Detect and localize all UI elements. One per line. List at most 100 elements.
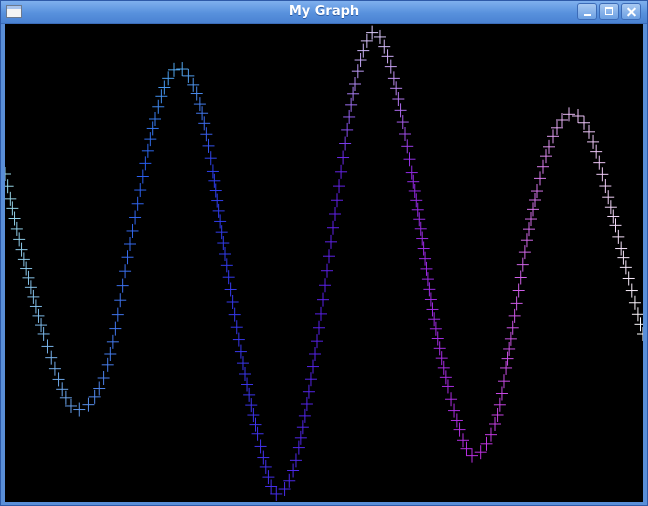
plus-marker: [232, 332, 245, 347]
plus-marker: [193, 97, 206, 112]
plus-marker: [32, 308, 45, 323]
plus-marker: [228, 307, 241, 322]
plus-marker: [29, 299, 42, 314]
plus-marker: [176, 62, 189, 77]
plus-marker: [599, 179, 612, 194]
plus-marker: [202, 138, 215, 153]
plus-marker: [196, 106, 209, 121]
plus-marker: [514, 270, 527, 285]
plus-marker: [111, 307, 124, 322]
plus-marker: [5, 167, 11, 181]
plus-marker: [10, 221, 23, 236]
plus-marker: [114, 293, 127, 308]
plus-marker: [607, 209, 620, 224]
plus-marker: [453, 422, 466, 437]
plus-marker: [450, 413, 463, 428]
plus-marker: [249, 417, 262, 432]
plus-marker: [433, 341, 446, 356]
plus-marker: [466, 448, 479, 463]
plus-marker: [520, 233, 533, 248]
plus-marker: [609, 218, 622, 233]
plus-marker: [416, 231, 429, 246]
plus-marker: [413, 212, 426, 227]
plus-marker: [506, 320, 519, 335]
plus-marker: [343, 109, 356, 124]
plus-marker: [136, 169, 149, 184]
plus-marker: [428, 312, 441, 327]
plus-marker: [182, 68, 195, 83]
minimize-button[interactable]: [577, 3, 597, 20]
plus-marker: [323, 249, 335, 264]
plus-marker: [401, 139, 414, 154]
plus-marker: [512, 283, 525, 298]
plus-marker: [448, 403, 461, 418]
plus-marker: [403, 152, 416, 167]
plus-marker: [394, 103, 407, 118]
plus-marker: [313, 320, 325, 335]
plus-marker: [612, 229, 625, 244]
plus-marker: [351, 64, 364, 79]
plus-marker: [396, 115, 409, 130]
plus-marker: [139, 156, 152, 171]
plus-marker: [52, 372, 65, 387]
plus-marker: [349, 77, 361, 91]
plus-marker: [420, 261, 433, 276]
plus-marker: [296, 420, 309, 435]
plus-marker: [321, 263, 333, 278]
plus-marker: [254, 439, 267, 454]
plus-marker: [339, 136, 352, 151]
plus-marker: [222, 270, 235, 285]
plus-marker: [354, 53, 367, 68]
plus-marker: [129, 210, 142, 225]
plus-marker: [625, 283, 638, 298]
plus-marker: [411, 202, 424, 217]
plus-marker: [534, 171, 546, 186]
plus-marker: [144, 132, 157, 147]
plus-marker: [335, 164, 348, 179]
plus-marker: [204, 151, 217, 166]
plus-marker: [637, 327, 643, 341]
plus-marker: [262, 470, 275, 485]
plus-marker: [245, 398, 258, 413]
plus-marker: [243, 387, 256, 402]
plus-marker: [578, 115, 590, 130]
plus-marker: [126, 223, 139, 238]
plus-marker: [20, 261, 33, 276]
plus-marker: [236, 356, 249, 371]
plus-marker: [168, 62, 181, 77]
plus-marker: [617, 250, 630, 265]
plus-marker: [101, 357, 114, 372]
plus-marker: [439, 370, 452, 385]
plus-marker: [325, 234, 337, 249]
plus-marker: [631, 307, 643, 322]
plus-marker: [226, 295, 239, 309]
title-bar[interactable]: My Graph: [1, 1, 647, 24]
maximize-button[interactable]: [599, 3, 619, 20]
plus-marker: [146, 121, 159, 136]
graph-canvas: [5, 24, 643, 502]
plus-marker: [124, 237, 136, 251]
plus-marker: [437, 360, 450, 375]
close-button[interactable]: [621, 3, 641, 20]
plus-marker: [604, 200, 617, 215]
plus-marker: [220, 258, 233, 273]
plus-marker: [529, 193, 541, 208]
plus-marker: [187, 77, 200, 92]
plus-marker: [407, 174, 420, 189]
plus-marker: [214, 214, 227, 229]
plus-marker: [200, 127, 213, 142]
plus-marker: [251, 426, 264, 441]
plus-marker: [345, 97, 358, 112]
plus-marker: [8, 211, 21, 226]
plus-marker: [5, 179, 14, 194]
plus-marker: [292, 440, 305, 455]
plus-marker: [501, 351, 514, 366]
plus-marker: [619, 260, 632, 275]
window-icon[interactable]: [6, 5, 22, 18]
plus-marker: [239, 367, 251, 381]
plus-marker: [317, 292, 329, 307]
plus-marker: [219, 247, 231, 261]
plus-marker: [5, 191, 17, 206]
plus-marker: [224, 282, 237, 297]
plus-marker: [56, 382, 69, 397]
